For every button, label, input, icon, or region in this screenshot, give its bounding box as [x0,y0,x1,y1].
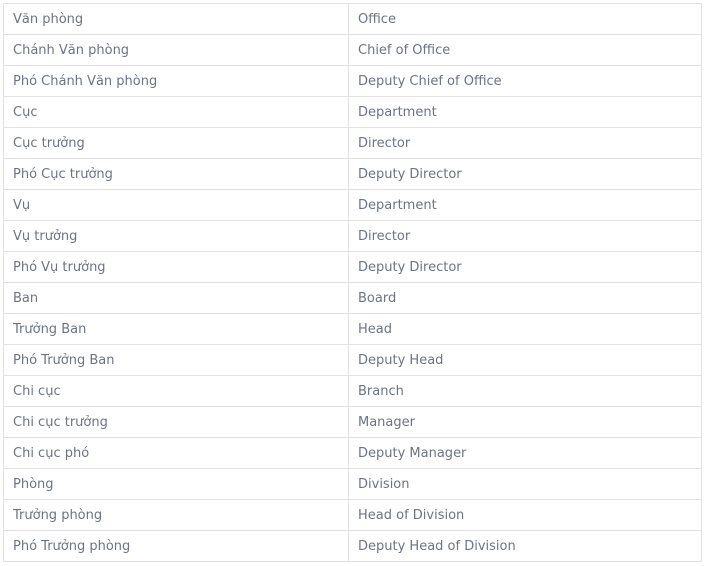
table-row: Phòng Division [3,468,702,500]
cell-vietnamese-term: Ban [3,282,349,314]
table-row: Văn phòng Office [3,3,702,35]
cell-english-term: Head [348,313,702,345]
cell-english-term: Deputy Manager [348,437,702,469]
cell-english-term: Director [348,220,702,252]
cell-vietnamese-term: Cục trưởng [3,127,349,159]
table-row: Phó Trưởng Ban Deputy Head [3,344,702,376]
glossary-table: Văn phòng Office Chánh Văn phòng Chief of O… [3,3,702,562]
cell-vietnamese-term: Chi cục trưởng [3,406,349,438]
cell-vietnamese-term: Phó Chánh Văn phòng [3,65,349,97]
cell-english-term: Head of Division [348,499,702,531]
cell-english-term: Office [348,3,702,35]
cell-english-term: Branch [348,375,702,407]
table-row: Cục Department [3,96,702,128]
table-row: Cục trưởng Director [3,127,702,159]
cell-english-term: Director [348,127,702,159]
cell-vietnamese-term: Phó Trưởng Ban [3,344,349,376]
cell-vietnamese-term: Chi cục phó [3,437,349,469]
cell-english-term: Deputy Director [348,251,702,283]
cell-english-term: Deputy Head [348,344,702,376]
cell-english-term: Board [348,282,702,314]
cell-english-term: Department [348,189,702,221]
table-row: Phó Vụ trưởng Deputy Director [3,251,702,283]
table-row: Phó Chánh Văn phòng Deputy Chief of Offic… [3,65,702,97]
cell-english-term: Division [348,468,702,500]
table-row: Phó Trưởng phòng Deputy Head of Division [3,530,702,562]
cell-english-term: Chief of Office [348,34,702,66]
cell-vietnamese-term: Phó Vụ trưởng [3,251,349,283]
cell-vietnamese-term: Chi cục [3,375,349,407]
table-row: Phó Cục trưởng Deputy Director [3,158,702,190]
cell-vietnamese-term: Trưởng phòng [3,499,349,531]
table-row: Chánh Văn phòng Chief of Office [3,34,702,66]
table-row: Chi cục Branch [3,375,702,407]
cell-english-term: Deputy Chief of Office [348,65,702,97]
table-row: Trưởng Ban Head [3,313,702,345]
cell-vietnamese-term: Phó Cục trưởng [3,158,349,190]
cell-vietnamese-term: Chánh Văn phòng [3,34,349,66]
table-row: Chi cục phó Deputy Manager [3,437,702,469]
cell-vietnamese-term: Trưởng Ban [3,313,349,345]
cell-vietnamese-term: Vụ trưởng [3,220,349,252]
table-row: Vụ trưởng Director [3,220,702,252]
table-row: Vụ Department [3,189,702,221]
cell-english-term: Deputy Director [348,158,702,190]
cell-english-term: Manager [348,406,702,438]
glossary-table-body: Văn phòng Office Chánh Văn phòng Chief of O… [3,3,702,562]
table-row: Ban Board [3,282,702,314]
cell-vietnamese-term: Cục [3,96,349,128]
cell-english-term: Deputy Head of Division [348,530,702,562]
table-row: Trưởng phòng Head of Division [3,499,702,531]
cell-english-term: Department [348,96,702,128]
glossary-table-container: Văn phòng Office Chánh Văn phòng Chief of O… [3,3,702,562]
cell-vietnamese-term: Phó Trưởng phòng [3,530,349,562]
table-row: Chi cục trưởng Manager [3,406,702,438]
cell-vietnamese-term: Văn phòng [3,3,349,35]
cell-vietnamese-term: Vụ [3,189,349,221]
cell-vietnamese-term: Phòng [3,468,349,500]
